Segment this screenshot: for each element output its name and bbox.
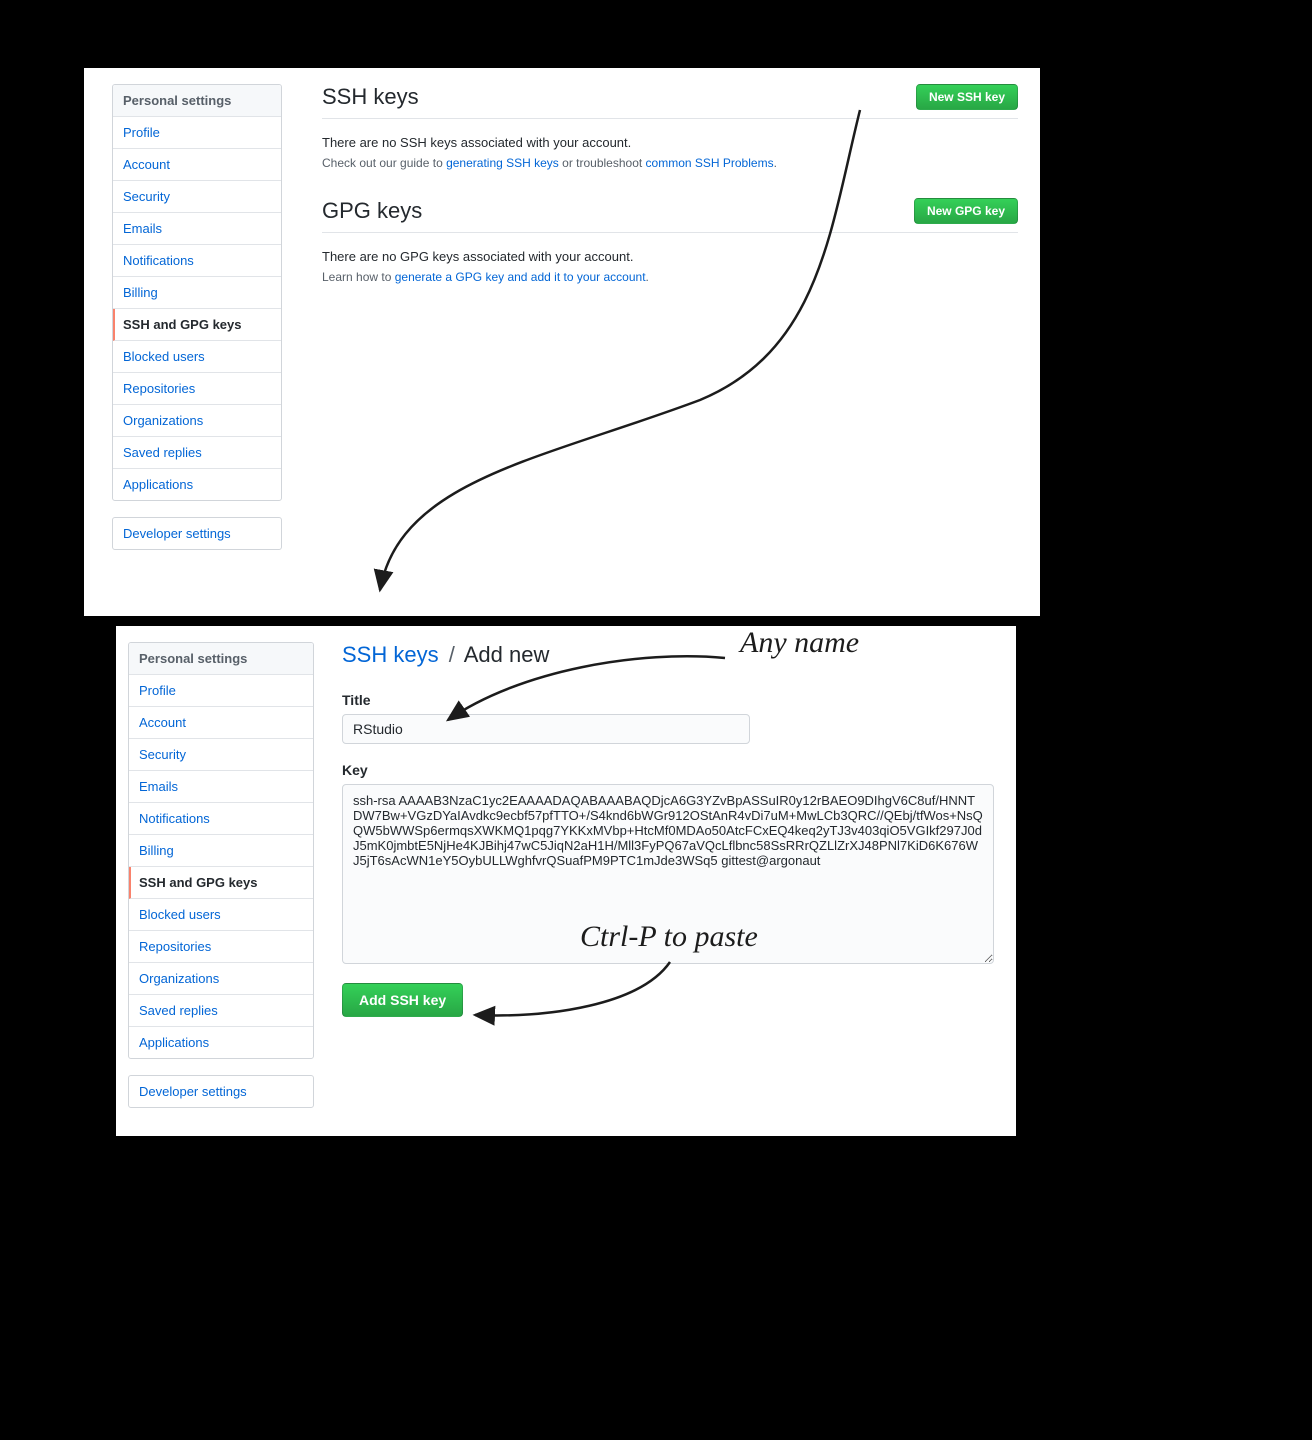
sidebar-menu-secondary: Developer settings (112, 517, 282, 550)
gpg-empty-text: There are no GPG keys associated with yo… (322, 249, 1018, 264)
sidebar-header: Personal settings (113, 85, 281, 117)
ssh-hint: Check out our guide to generating SSH ke… (322, 156, 1018, 170)
sidebar-item-saved-replies-b[interactable]: Saved replies (129, 995, 313, 1027)
sidebar-item-security[interactable]: Security (113, 181, 281, 213)
sidebar: Personal settings Profile Account Securi… (84, 68, 282, 616)
ssh-guide-link[interactable]: generating SSH keys (446, 156, 559, 170)
new-ssh-key-button[interactable]: New SSH key (916, 84, 1018, 110)
content-top: SSH keys New SSH key There are no SSH ke… (282, 68, 1040, 616)
sidebar-item-ssh-gpg-b[interactable]: SSH and GPG keys (129, 867, 313, 899)
sidebar-item-notifications[interactable]: Notifications (113, 245, 281, 277)
sidebar-item-developer-b[interactable]: Developer settings (129, 1076, 313, 1107)
gpg-hint: Learn how to generate a GPG key and add … (322, 270, 1018, 284)
sidebar-item-developer[interactable]: Developer settings (113, 518, 281, 549)
sidebar-item-account[interactable]: Account (113, 149, 281, 181)
ssh-hint-mid: or troubleshoot (559, 156, 646, 170)
title-label: Title (342, 692, 994, 708)
sidebar-item-billing[interactable]: Billing (113, 277, 281, 309)
ssh-problems-link[interactable]: common SSH Problems (646, 156, 774, 170)
sidebar-menu: Personal settings Profile Account Securi… (112, 84, 282, 501)
sidebar-item-applications-b[interactable]: Applications (129, 1027, 313, 1058)
ssh-hint-suffix: . (774, 156, 777, 170)
sidebar-item-profile-b[interactable]: Profile (129, 675, 313, 707)
sidebar-item-ssh-gpg[interactable]: SSH and GPG keys (113, 309, 281, 341)
gpg-header: GPG keys New GPG key (322, 198, 1018, 233)
sidebar-item-emails-b[interactable]: Emails (129, 771, 313, 803)
sidebar-item-applications[interactable]: Applications (113, 469, 281, 500)
sidebar-item-profile[interactable]: Profile (113, 117, 281, 149)
add-ssh-key-button[interactable]: Add SSH key (342, 983, 463, 1017)
ssh-title: SSH keys (322, 84, 419, 110)
sidebar-item-repositories[interactable]: Repositories (113, 373, 281, 405)
gpg-hint-suffix: . (646, 270, 649, 284)
sidebar-item-blocked-b[interactable]: Blocked users (129, 899, 313, 931)
sidebar-item-organizations-b[interactable]: Organizations (129, 963, 313, 995)
breadcrumb-sep: / (449, 642, 455, 667)
ssh-hint-prefix: Check out our guide to (322, 156, 446, 170)
settings-panel-bottom: Personal settings Profile Account Securi… (116, 626, 1016, 1136)
sidebar-item-blocked[interactable]: Blocked users (113, 341, 281, 373)
gpg-title: GPG keys (322, 198, 422, 224)
breadcrumb-current: Add new (464, 642, 550, 667)
sidebar-menu-secondary-b: Developer settings (128, 1075, 314, 1108)
gpg-guide-link[interactable]: generate a GPG key and add it to your ac… (395, 270, 646, 284)
sidebar-bottom: Personal settings Profile Account Securi… (116, 626, 314, 1136)
key-label: Key (342, 762, 994, 778)
breadcrumb: SSH keys / Add new (342, 642, 994, 668)
sidebar-item-account-b[interactable]: Account (129, 707, 313, 739)
sidebar-item-security-b[interactable]: Security (129, 739, 313, 771)
sidebar-item-billing-b[interactable]: Billing (129, 835, 313, 867)
ssh-empty-text: There are no SSH keys associated with yo… (322, 135, 1018, 150)
new-gpg-key-button[interactable]: New GPG key (914, 198, 1018, 224)
ssh-header: SSH keys New SSH key (322, 84, 1018, 119)
sidebar-item-saved-replies[interactable]: Saved replies (113, 437, 281, 469)
breadcrumb-ssh-keys[interactable]: SSH keys (342, 642, 439, 667)
annotation-any-name: Any name (740, 626, 859, 660)
sidebar-item-repositories-b[interactable]: Repositories (129, 931, 313, 963)
sidebar-menu-bottom: Personal settings Profile Account Securi… (128, 642, 314, 1059)
sidebar-item-notifications-b[interactable]: Notifications (129, 803, 313, 835)
sidebar-item-organizations[interactable]: Organizations (113, 405, 281, 437)
gpg-hint-prefix: Learn how to (322, 270, 395, 284)
title-input[interactable] (342, 714, 750, 744)
settings-panel-top: Personal settings Profile Account Securi… (84, 68, 1040, 616)
annotation-ctrl-p: Ctrl-P to paste (580, 920, 758, 954)
sidebar-item-emails[interactable]: Emails (113, 213, 281, 245)
content-bottom: SSH keys / Add new Title Key Add SSH key (314, 626, 1016, 1136)
sidebar-header-bottom: Personal settings (129, 643, 313, 675)
